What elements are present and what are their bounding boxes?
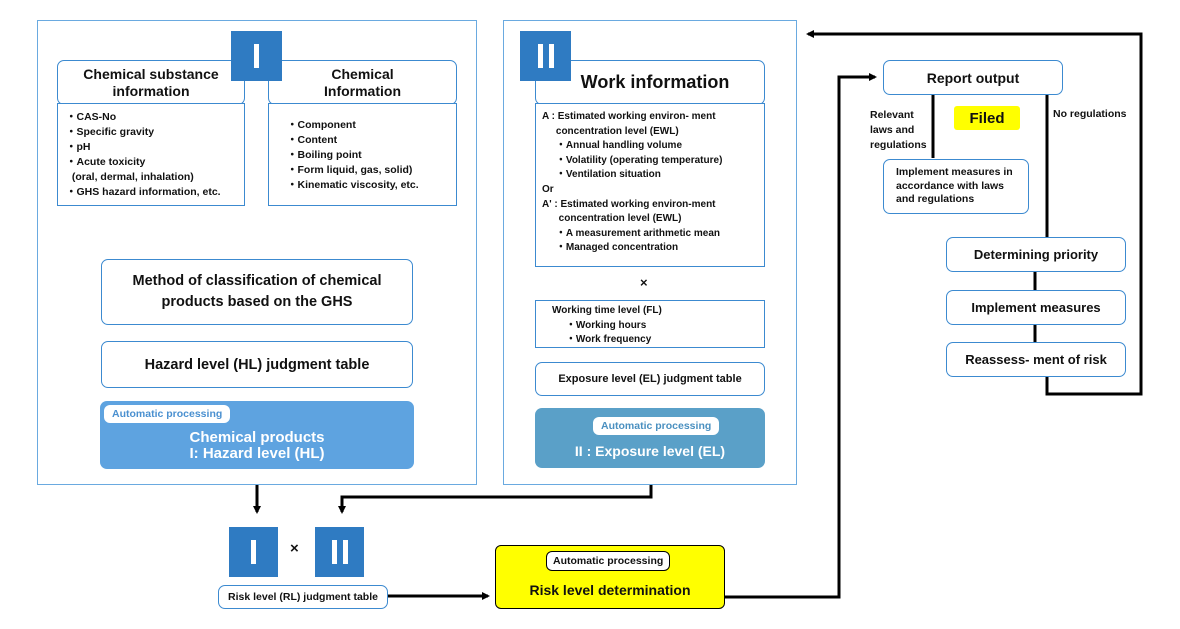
risk-level-determination: Automatic processing Risk level determin… [495, 545, 725, 609]
auto-processing-badge: Automatic processing [104, 405, 231, 423]
priority-text: Determining priority [973, 247, 1099, 262]
no-regulations-label: No regulations [1053, 108, 1127, 120]
list-item: ・Specific gravity [66, 126, 155, 138]
work-info-title: Work information [580, 72, 730, 92]
list-item: A' : Estimated working environ-ment [542, 198, 716, 210]
list-item: ・Managed concentration [542, 242, 679, 254]
list-item: ・Annual handling volume [542, 140, 683, 152]
hazard-result-text-2: I: Hazard level (HL) [189, 445, 325, 462]
chem-info-title: Chemical [331, 65, 394, 82]
exposure-level-table: Exposure level (EL) judgment table [535, 362, 765, 396]
list-item: ・Acute toxicity [66, 156, 146, 168]
report-output: Report output [883, 60, 1063, 95]
exposure-table-text: Exposure level (EL) judgment table [558, 373, 742, 385]
risk-numeral-one [229, 527, 278, 577]
method-text-1: Method of classification of chemical [132, 273, 382, 289]
chem-substance-header: Chemical substance information [57, 60, 245, 105]
hazard-result-text-1: Chemical products [189, 429, 325, 446]
list-item: laws and [870, 124, 915, 136]
list-item: ・CAS-No [66, 111, 117, 123]
method-text-2: products based on the GHS [161, 294, 353, 310]
chem-info-list: ・Component ・Content ・Boiling point ・Form li… [268, 103, 457, 206]
hazard-level-result: Automatic processing Chemical products I… [100, 401, 414, 469]
list-item: Relevant [870, 109, 914, 121]
list-item: A : Estimated working environ- ment [542, 111, 716, 122]
chem-substance-title-2: information [112, 82, 190, 99]
list-item: regulations [870, 139, 927, 151]
list-item: concentration level (EWL) [542, 125, 679, 137]
implement-text: Implement measures [971, 300, 1101, 315]
implement-measures: Implement measures [946, 290, 1126, 325]
list-item: ・pH [66, 141, 91, 153]
work-info-list: A : Estimated working environ- ment conc… [535, 103, 765, 267]
list-item: ・Working hours [552, 319, 647, 331]
risk-numeral-two [315, 527, 364, 577]
risk-determination-text: Risk level determination [529, 582, 691, 598]
chem-substance-title: Chemical substance [83, 65, 219, 82]
exposure-result-text: II : Exposure level (EL) [574, 443, 726, 459]
determining-priority: Determining priority [946, 237, 1126, 272]
list-item: concentration level (EWL) [542, 213, 682, 225]
ghs-classification-method: Method of classification of chemical pro… [101, 259, 413, 325]
list-item: ・Component [287, 119, 356, 131]
list-item: ・Content [287, 134, 338, 146]
chem-info-title-2: Information [324, 82, 401, 99]
list-item: ・Volatility (operating temperature) [542, 154, 723, 166]
list-item: Implement measures in [896, 166, 1013, 178]
list-item: Or [542, 183, 554, 195]
working-time-level: Working time level (FL) ・Working hours ・… [535, 300, 765, 348]
list-item: ・Work frequency [552, 334, 652, 346]
auto-processing-badge: Automatic processing [546, 551, 671, 571]
chem-info-header: Chemical Information [268, 60, 457, 105]
list-item: accordance with laws [896, 179, 1004, 192]
reassess-text: Reassess- ment of risk [965, 352, 1107, 367]
filed-text: Filed [969, 109, 1005, 127]
report-output-text: Report output [926, 69, 1020, 86]
list-item: ・Boiling point [287, 149, 362, 161]
filed-badge: Filed [954, 106, 1020, 130]
list-item: Working time level (FL) [552, 305, 662, 316]
hazard-table-text: Hazard level (HL) judgment table [144, 356, 370, 373]
list-item: ・Ventilation situation [542, 169, 661, 181]
relevant-laws-label: Relevant laws and regulations [870, 108, 927, 153]
chem-substance-list: ・CAS-No ・Specific gravity ・pH ・Acute toxici… [57, 103, 245, 206]
list-item: ・Kinematic viscosity, etc. [287, 179, 419, 191]
hazard-level-table: Hazard level (HL) judgment table [101, 341, 413, 388]
list-item: (oral, dermal, inhalation) [66, 171, 194, 183]
multiply-sign: × [640, 275, 648, 290]
reassessment-of-risk: Reassess- ment of risk [946, 342, 1126, 377]
implement-laws-box: Implement measures in accordance with law… [883, 159, 1029, 214]
auto-processing-badge: Automatic processing [593, 417, 720, 435]
list-item: and regulations [896, 193, 975, 205]
exposure-level-result: Automatic processing II : Exposure level… [535, 408, 765, 468]
list-item: ・GHS hazard information, etc. [66, 186, 221, 198]
risk-table-text: Risk level (RL) judgment table [228, 591, 378, 603]
numeral-one-badge [231, 31, 282, 81]
risk-multiply-sign: × [290, 540, 299, 557]
risk-level-table: Risk level (RL) judgment table [218, 585, 388, 609]
list-item: ・Form liquid, gas, solid) [287, 164, 413, 176]
list-item: ・A measurement arithmetic mean [542, 227, 721, 239]
numeral-two-badge [520, 31, 571, 81]
